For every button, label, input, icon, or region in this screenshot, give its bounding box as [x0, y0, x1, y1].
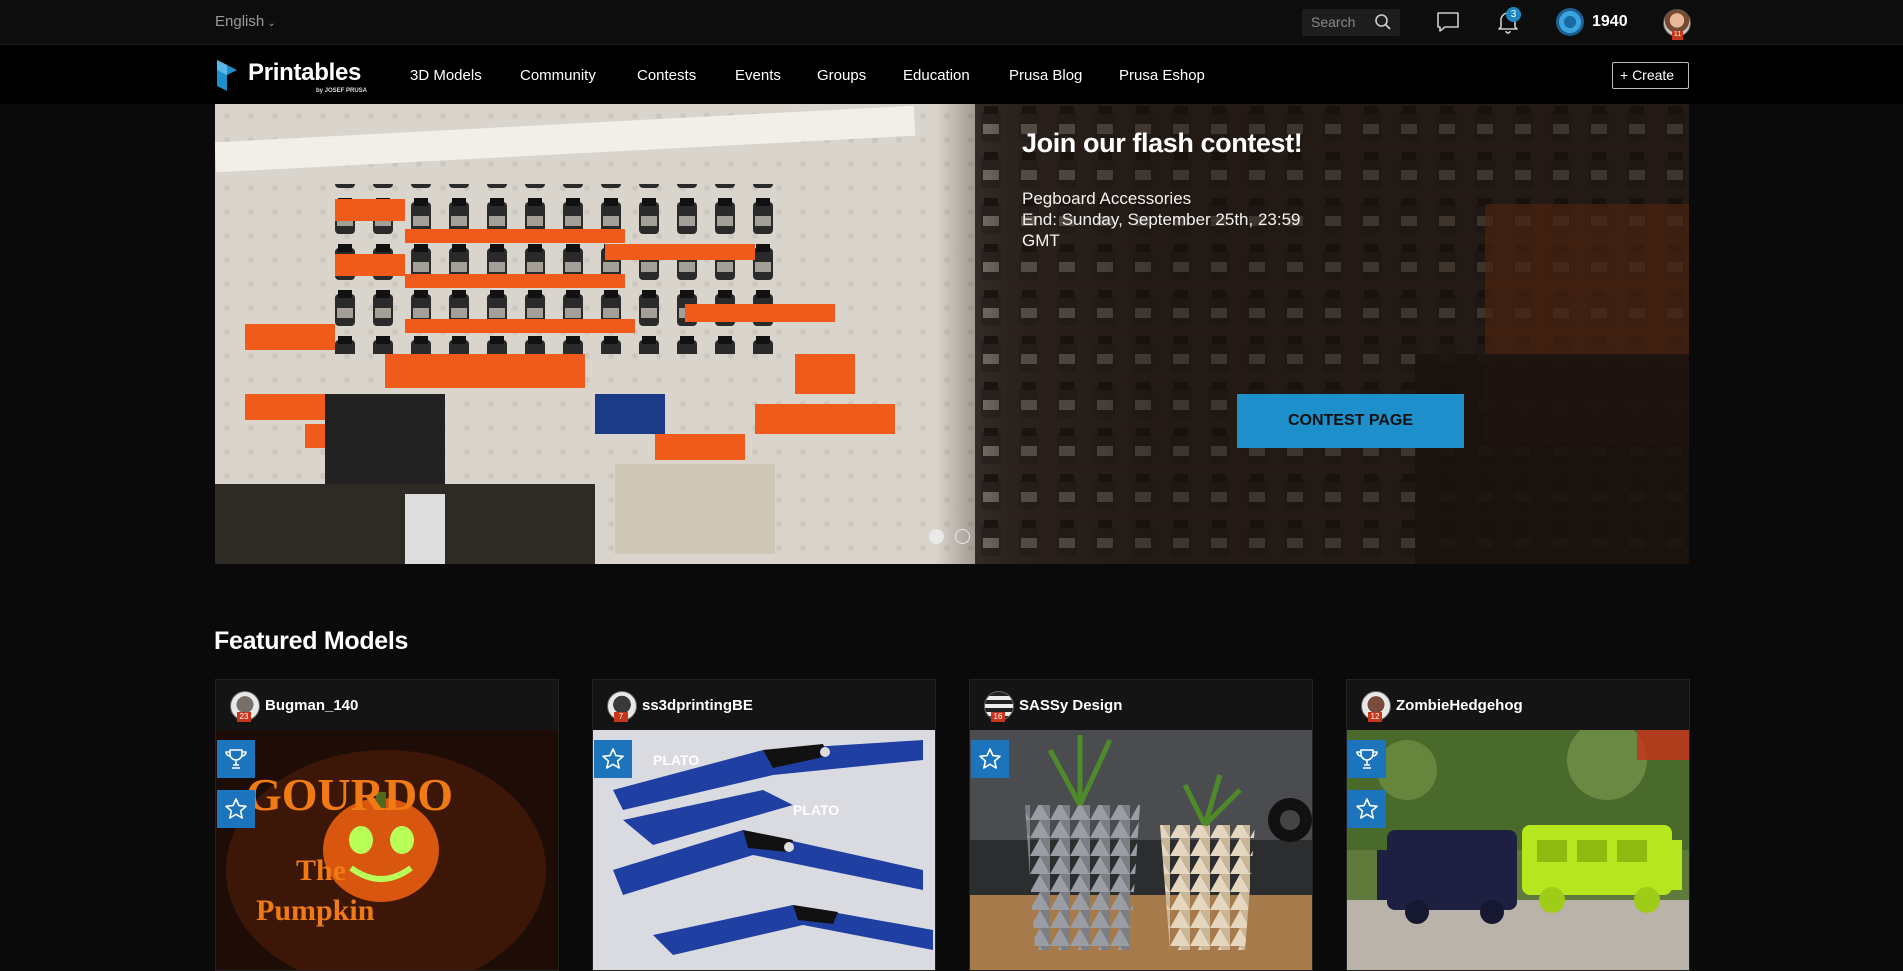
model-image[interactable] [970, 730, 1312, 970]
nav-community[interactable]: Community [520, 67, 596, 84]
printables-logo-mark-icon [217, 60, 237, 91]
contest-winner-badge [1348, 740, 1386, 778]
hero-subtitle: Pegboard Accessories End: Sunday, Septem… [1022, 188, 1312, 251]
creator-name[interactable]: SASSy Design [1019, 697, 1122, 714]
creator-level-badge: 12 [1368, 712, 1382, 722]
creator-name[interactable]: Bugman_140 [265, 697, 358, 714]
carousel-dot-2[interactable] [955, 529, 970, 544]
points-value: 1940 [1592, 13, 1628, 30]
model-card-header: 12 ZombieHedgehog [1347, 680, 1689, 730]
featured-badge [217, 790, 255, 828]
model-image[interactable] [1347, 730, 1689, 970]
model-card-header: 7 ss3dprintingBE [593, 680, 935, 730]
search-box[interactable]: Search [1302, 9, 1400, 36]
star-icon [225, 798, 247, 819]
hero-contest-end: End: Sunday, September 25th, 23:59 GMT [1022, 210, 1301, 250]
model-card-header: 23 Bugman_140 [216, 680, 558, 730]
featured-badge [971, 740, 1009, 778]
svg-text:PLATO: PLATO [653, 752, 699, 768]
carousel-dot-1[interactable] [929, 529, 944, 544]
creator-level-badge: 16 [991, 712, 1005, 722]
svg-text:Pumpkin: Pumpkin [256, 894, 375, 927]
svg-text:PLATO: PLATO [793, 802, 839, 818]
svg-text:GOURDO: GOURDO [246, 769, 453, 820]
nav-education[interactable]: Education [903, 67, 970, 84]
svg-text:The: The [296, 854, 346, 887]
hero-dark-overlay [935, 104, 1689, 564]
creator-level-badge: 23 [237, 712, 251, 722]
featured-badge [1348, 790, 1386, 828]
hero-banner [215, 104, 1689, 564]
pumpkin-model-image: GOURDO The Pumpkin [216, 730, 558, 970]
model-card-header: 16 SASSy Design [970, 680, 1312, 730]
search-placeholder: Search [1311, 14, 1356, 30]
contest-page-button[interactable]: CONTEST PAGE [1237, 394, 1464, 448]
search-icon[interactable] [1374, 13, 1392, 31]
language-selector[interactable]: English ⌄ [215, 13, 276, 30]
nav-groups[interactable]: Groups [817, 67, 866, 84]
trophy-icon [1356, 749, 1378, 769]
main-navbar: Printables by JOSEF PRUSA 3D Models Comm… [0, 44, 1903, 104]
avatar-level-badge: 11 [1672, 31, 1683, 40]
nav-contests[interactable]: Contests [637, 67, 696, 84]
model-image[interactable]: GOURDO The Pumpkin [216, 730, 558, 970]
star-icon [602, 748, 624, 769]
model-card[interactable]: 12 ZombieHedgehog [1346, 679, 1690, 971]
nav-prusa-eshop[interactable]: Prusa Eshop [1119, 67, 1205, 84]
model-card[interactable]: 7 ss3dprintingBE PLATO PLATO [592, 679, 936, 971]
trophy-icon [225, 749, 247, 769]
prusameter-coin-icon [1556, 8, 1584, 36]
model-card[interactable]: 23 Bugman_140 GOURDO The Pumpkin [215, 679, 559, 971]
model-image[interactable]: PLATO PLATO [593, 730, 935, 970]
notification-badge: 3 [1506, 7, 1521, 22]
logo-byline: by JOSEF PRUSA [316, 88, 368, 94]
chevron-down-icon: ⌄ [267, 18, 276, 29]
contest-winner-badge [217, 740, 255, 778]
featured-models-title: Featured Models [214, 627, 409, 655]
logo-wordmark: Printables [248, 59, 362, 86]
hero-title: Join our flash contest! [1022, 128, 1303, 158]
nav-events[interactable]: Events [735, 67, 781, 84]
model-card[interactable]: 16 SASSy Design [969, 679, 1313, 971]
top-utility-bar: English ⌄ Search 3 1940 11 [0, 0, 1903, 44]
create-button-label: + Create [1620, 67, 1675, 83]
printables-logo[interactable]: Printables by JOSEF PRUSA [214, 57, 367, 98]
user-avatar[interactable]: 11 [1663, 9, 1691, 40]
language-label: English [215, 13, 265, 30]
nav-prusa-blog[interactable]: Prusa Blog [1009, 67, 1082, 84]
nav-3d-models[interactable]: 3D Models [410, 67, 482, 84]
creator-name[interactable]: ss3dprintingBE [642, 697, 753, 714]
planter-model-image [970, 730, 1312, 970]
contest-page-button-label: CONTEST PAGE [1287, 412, 1414, 429]
creator-name[interactable]: ZombieHedgehog [1396, 697, 1523, 714]
star-icon [979, 748, 1001, 769]
truck-model-image [1347, 730, 1689, 970]
pliers-model-image: PLATO PLATO [593, 730, 935, 970]
messages-icon[interactable] [1436, 10, 1460, 34]
featured-badge [594, 740, 632, 778]
hero-contest-name: Pegboard Accessories [1022, 189, 1192, 208]
star-icon [1356, 798, 1378, 819]
creator-level-badge: 7 [614, 712, 628, 722]
create-button[interactable]: + Create [1612, 62, 1689, 89]
